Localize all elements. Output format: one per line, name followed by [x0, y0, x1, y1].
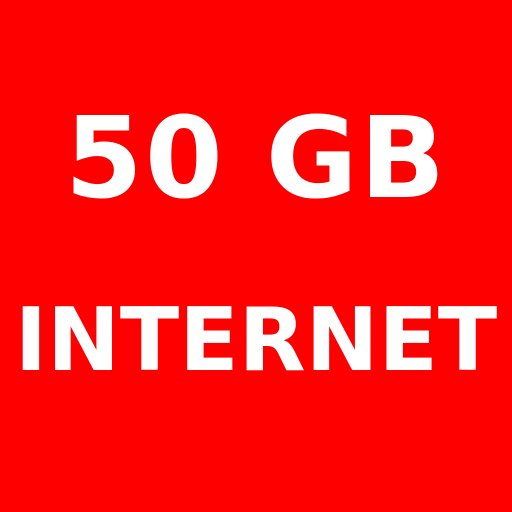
internet-plan-tile: 50 GB INTERNET: [0, 0, 512, 512]
data-amount-text: 50 GB: [64, 94, 448, 224]
service-name-text: INTERNET: [14, 289, 498, 391]
